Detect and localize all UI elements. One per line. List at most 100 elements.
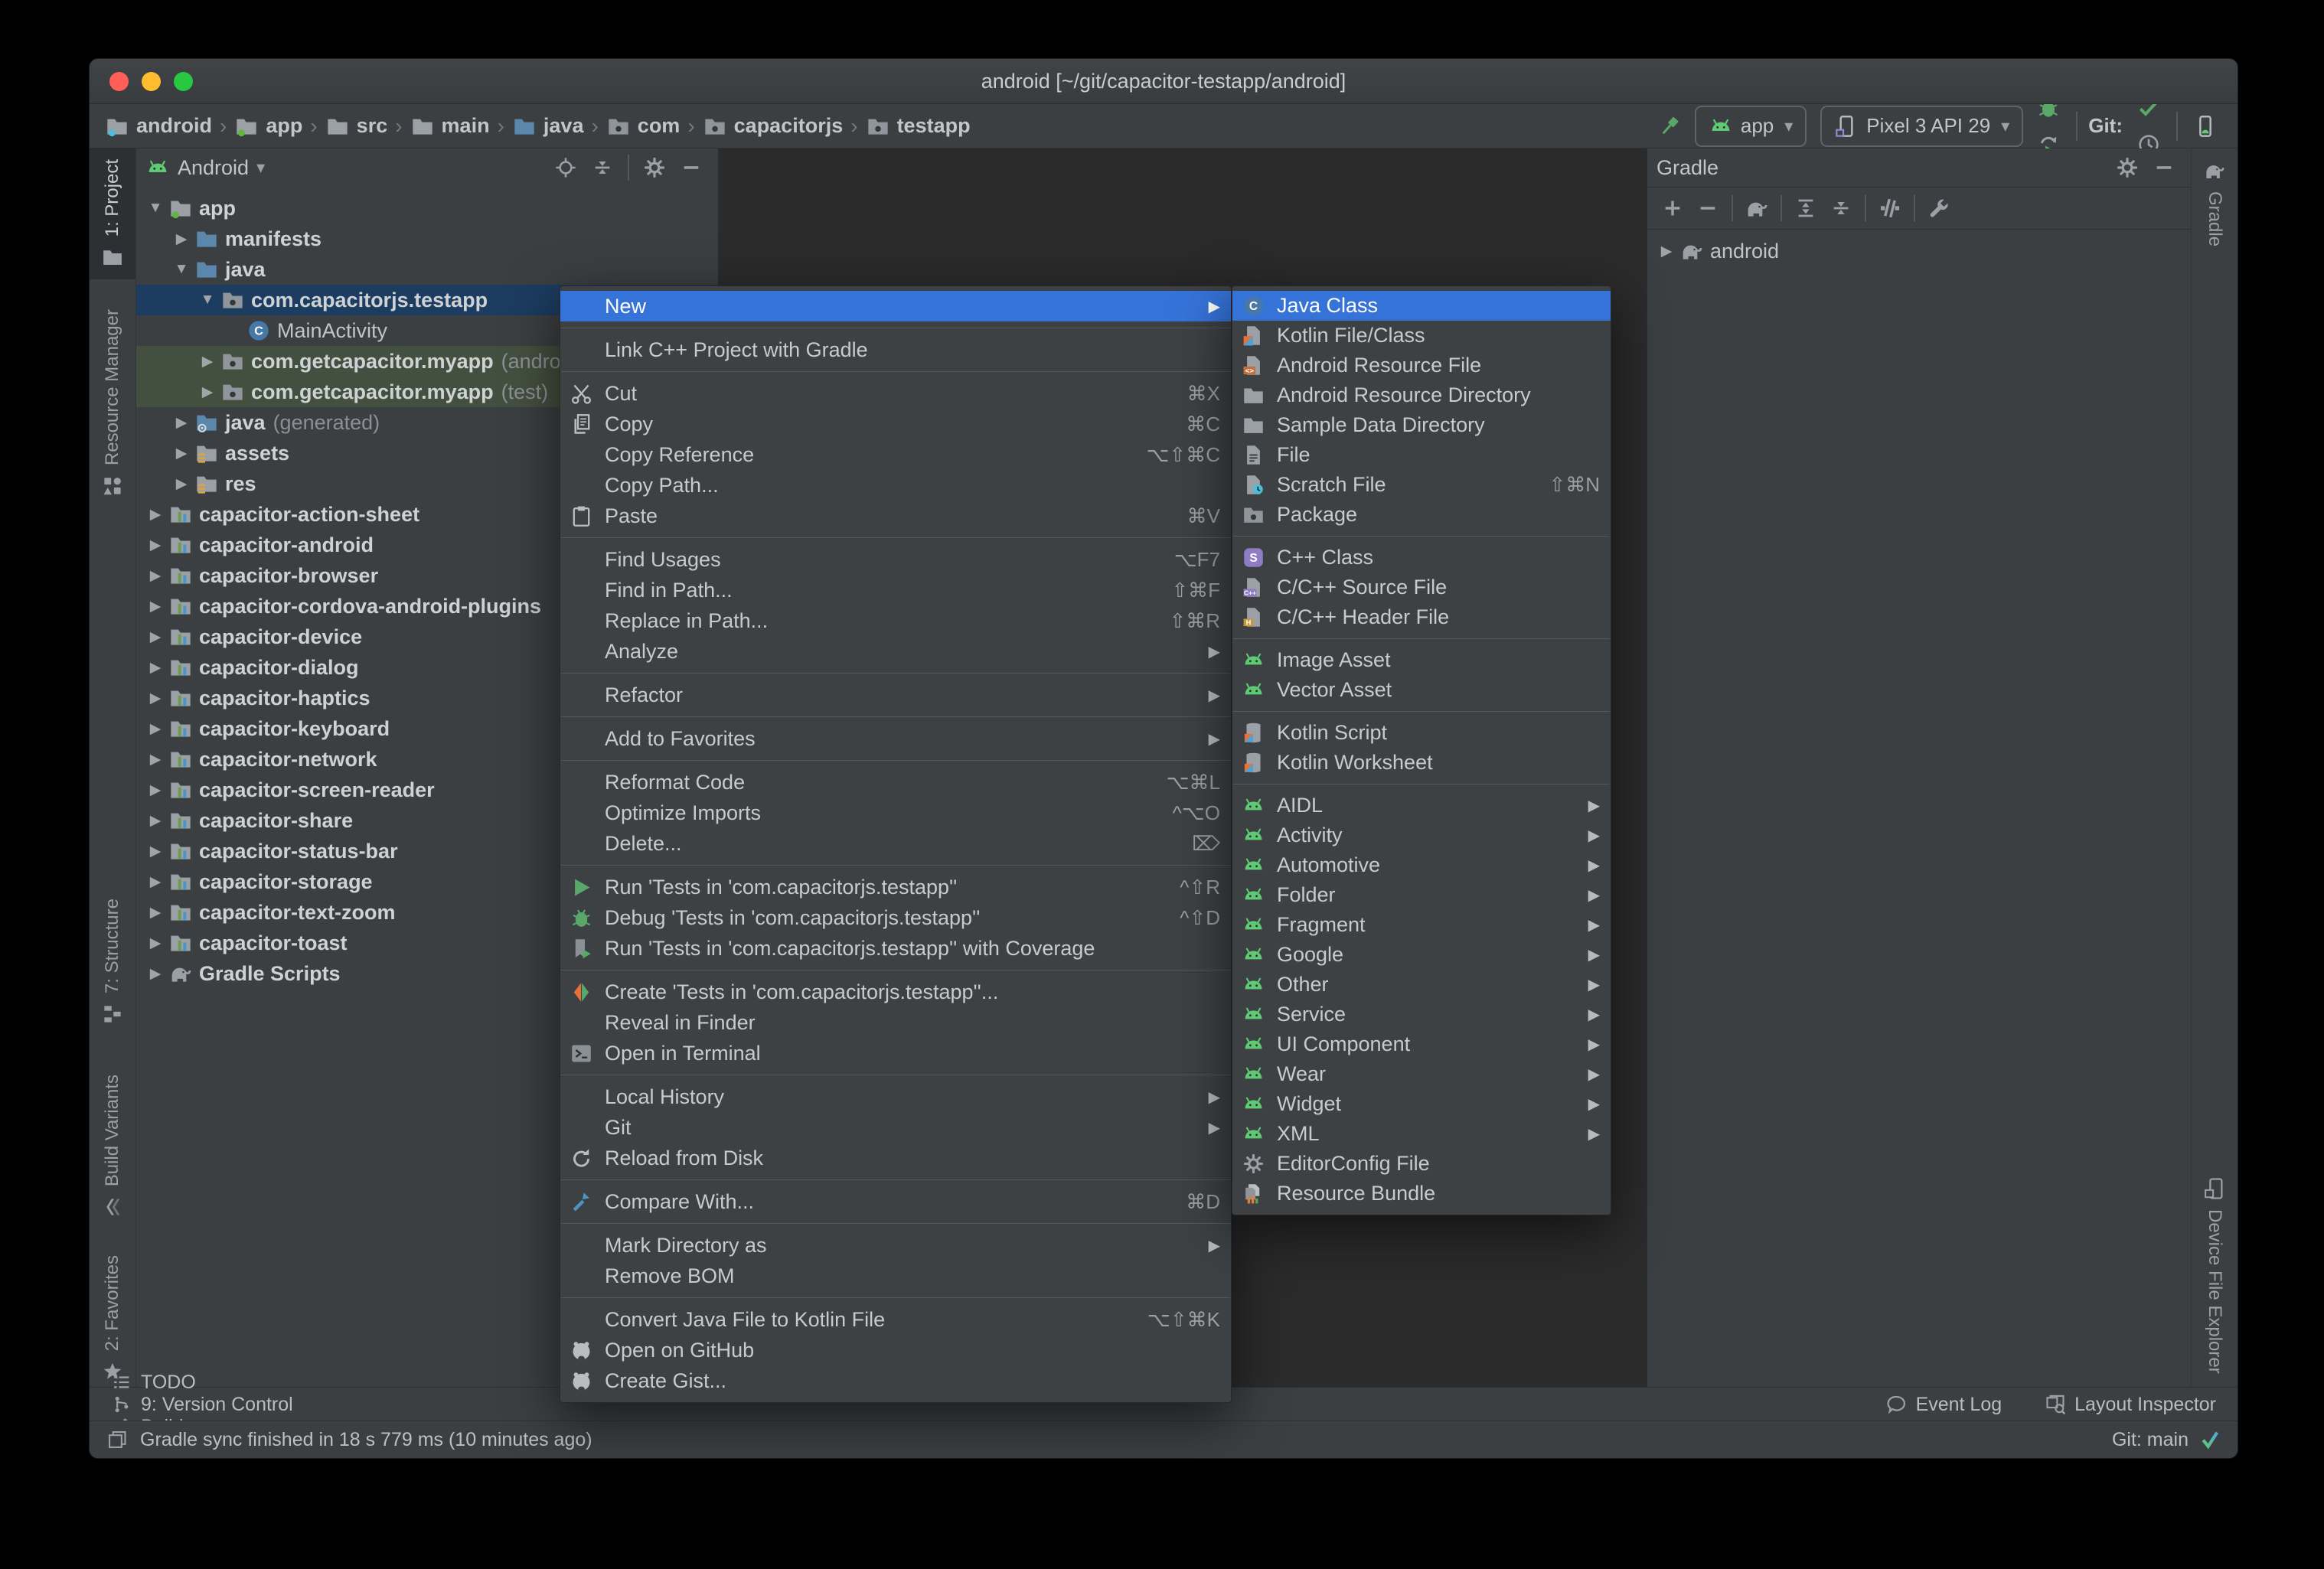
stripe-tab-build-variants[interactable]: Build Variants bbox=[90, 1064, 135, 1229]
menu-item-run-tests-in-com-capacitorjs-testapp-with-coverage[interactable]: Run 'Tests in 'com.capacitorjs.testapp''… bbox=[560, 933, 1231, 964]
menu-item-copy-path[interactable]: Copy Path... bbox=[560, 470, 1231, 501]
menu-item-resource-bundle[interactable]: Resource Bundle bbox=[1232, 1179, 1611, 1209]
menu-item-c-c-source-file[interactable]: C++ C/C++ Source File bbox=[1232, 572, 1611, 602]
tree-item-app[interactable]: ▼ app bbox=[136, 193, 718, 223]
breadcrumb-item-com[interactable]: com bbox=[605, 114, 682, 139]
tree-collapsed-arrow-icon[interactable]: ▶ bbox=[194, 353, 220, 370]
menu-item-reveal-in-finder[interactable]: Reveal in Finder bbox=[560, 1007, 1231, 1038]
build-project-button[interactable] bbox=[1651, 108, 1688, 145]
tree-collapsed-arrow-icon[interactable]: ▶ bbox=[168, 230, 194, 248]
menu-item-automotive[interactable]: Automotive ▶ bbox=[1232, 850, 1611, 880]
tree-collapsed-arrow-icon[interactable]: ▶ bbox=[142, 935, 168, 952]
tree-collapsed-arrow-icon[interactable]: ▶ bbox=[142, 904, 168, 922]
menu-item-android-resource-file[interactable]: <> Android Resource File bbox=[1232, 351, 1611, 380]
breadcrumb-item-java[interactable]: java bbox=[511, 114, 586, 139]
tree-collapsed-arrow-icon[interactable]: ▶ bbox=[142, 965, 168, 983]
menu-item-copy-reference[interactable]: Copy Reference ⌥⇧⌘C bbox=[560, 439, 1231, 470]
menu-item-refactor[interactable]: Refactor ▶ bbox=[560, 680, 1231, 710]
tree-collapsed-arrow-icon[interactable]: ▶ bbox=[142, 567, 168, 585]
menu-item-folder[interactable]: Folder ▶ bbox=[1232, 880, 1611, 910]
device-manager-button[interactable] bbox=[2187, 108, 2224, 145]
menu-item-delete[interactable]: Delete... ⌦ bbox=[560, 828, 1231, 859]
menu-item-paste[interactable]: Paste ⌘V bbox=[560, 501, 1231, 531]
menu-item-ui-component[interactable]: UI Component ▶ bbox=[1232, 1029, 1611, 1059]
stripe-tab-1-project[interactable]: 1: Project bbox=[90, 148, 135, 280]
menu-item-reload-from-disk[interactable]: Reload from Disk bbox=[560, 1143, 1231, 1173]
device-select[interactable]: Pixel 3 API 29 ▾ bbox=[1820, 105, 2024, 147]
hide-panel-button[interactable] bbox=[2146, 150, 2182, 185]
tree-collapsed-arrow-icon[interactable]: ▶ bbox=[142, 537, 168, 554]
menu-item-add-to-favorites[interactable]: Add to Favorites ▶ bbox=[560, 723, 1231, 754]
tree-collapsed-arrow-icon[interactable]: ▶ bbox=[142, 720, 168, 738]
toolwindow-button-event-log[interactable]: Event Log bbox=[1886, 1394, 2002, 1416]
menu-item-aidl[interactable]: AIDL ▶ bbox=[1232, 791, 1611, 820]
menu-item-scratch-file[interactable]: Scratch File ⇧⌘N bbox=[1232, 470, 1611, 500]
menu-item-vector-asset[interactable]: Vector Asset bbox=[1232, 675, 1611, 705]
zoom-window-button[interactable] bbox=[174, 71, 193, 91]
tree-collapsed-arrow-icon[interactable]: ▶ bbox=[142, 751, 168, 768]
detach-button[interactable] bbox=[1690, 191, 1725, 226]
tree-expanded-arrow-icon[interactable]: ▼ bbox=[168, 261, 194, 278]
menu-item-editorconfig-file[interactable]: EditorConfig File bbox=[1232, 1149, 1611, 1179]
menu-item-compare-with[interactable]: Compare With... ⌘D bbox=[560, 1186, 1231, 1217]
tree-collapsed-arrow-icon[interactable]: ▶ bbox=[142, 843, 168, 860]
stripe-tab-resource-manager[interactable]: Resource Manager bbox=[90, 298, 135, 508]
close-window-button[interactable] bbox=[109, 71, 129, 91]
tree-collapsed-arrow-icon[interactable]: ▶ bbox=[168, 475, 194, 493]
toolwindow-button-layout-inspector[interactable]: Layout Inspector bbox=[2045, 1394, 2216, 1416]
tree-collapsed-arrow-icon[interactable]: ▶ bbox=[142, 690, 168, 707]
menu-item-c-c-header-file[interactable]: H C/C++ Header File bbox=[1232, 602, 1611, 632]
menu-item-git[interactable]: Git ▶ bbox=[560, 1112, 1231, 1143]
menu-item-create-tests-in-com-capacitorjs-testapp[interactable]: Create 'Tests in 'com.capacitorjs.testap… bbox=[560, 977, 1231, 1007]
menu-item-activity[interactable]: Activity ▶ bbox=[1232, 820, 1611, 850]
menu-item-copy[interactable]: Copy ⌘C bbox=[560, 409, 1231, 439]
settings-button[interactable] bbox=[2110, 150, 2145, 185]
menu-item-cut[interactable]: Cut ⌘X bbox=[560, 378, 1231, 409]
run-configuration-select[interactable]: app ▾ bbox=[1694, 105, 1807, 147]
menu-item-wear[interactable]: Wear ▶ bbox=[1232, 1059, 1611, 1089]
menu-item-open-on-github[interactable]: Open on GitHub bbox=[560, 1335, 1231, 1365]
menu-item-google[interactable]: Google ▶ bbox=[1232, 940, 1611, 970]
menu-item-kotlin-script[interactable]: Kotlin Script bbox=[1232, 718, 1611, 748]
sync-button[interactable] bbox=[1739, 191, 1774, 226]
menu-item-debug-tests-in-com-capacitorjs-testapp[interactable]: Debug 'Tests in 'com.capacitorjs.testapp… bbox=[560, 902, 1231, 933]
breadcrumb-item-android[interactable]: android bbox=[103, 114, 214, 139]
menu-item-convert-java-file-to-kotlin-file[interactable]: Convert Java File to Kotlin File ⌥⇧⌘K bbox=[560, 1304, 1231, 1335]
menu-item-find-in-path[interactable]: Find in Path... ⇧⌘F bbox=[560, 575, 1231, 605]
menu-item-android-resource-directory[interactable]: Android Resource Directory bbox=[1232, 380, 1611, 410]
menu-item-local-history[interactable]: Local History ▶ bbox=[560, 1081, 1231, 1112]
locate-button[interactable] bbox=[548, 150, 583, 185]
menu-item-service[interactable]: Service ▶ bbox=[1232, 1000, 1611, 1029]
menu-item-analyze[interactable]: Analyze ▶ bbox=[560, 636, 1231, 667]
git-branch-widget[interactable]: Git: main bbox=[2112, 1429, 2189, 1451]
tree-item-manifests[interactable]: ▶ manifests bbox=[136, 223, 718, 254]
menu-item-kotlin-file-class[interactable]: Kotlin File/Class bbox=[1232, 321, 1611, 351]
menu-item-run-tests-in-com-capacitorjs-testapp[interactable]: Run 'Tests in 'com.capacitorjs.testapp''… bbox=[560, 872, 1231, 902]
tree-collapsed-arrow-icon[interactable]: ▶ bbox=[1653, 243, 1679, 260]
menu-item-file[interactable]: File bbox=[1232, 440, 1611, 470]
menu-item-replace-in-path[interactable]: Replace in Path... ⇧⌘R bbox=[560, 605, 1231, 636]
tree-expanded-arrow-icon[interactable]: ▼ bbox=[142, 200, 168, 217]
tree-item-android[interactable]: ▶ android bbox=[1647, 236, 2191, 266]
tree-collapsed-arrow-icon[interactable]: ▶ bbox=[142, 659, 168, 677]
tree-collapsed-arrow-icon[interactable]: ▶ bbox=[142, 506, 168, 524]
refresh-add-button[interactable] bbox=[1655, 191, 1690, 226]
breadcrumb-item-src[interactable]: src bbox=[324, 114, 390, 139]
gradle-settings-button[interactable] bbox=[1921, 191, 1957, 226]
breadcrumb-item-app[interactable]: app bbox=[233, 114, 304, 139]
settings-button[interactable] bbox=[637, 150, 672, 185]
tree-collapsed-arrow-icon[interactable]: ▶ bbox=[168, 414, 194, 432]
collapse-all-button[interactable] bbox=[585, 150, 620, 185]
tree-collapsed-arrow-icon[interactable]: ▶ bbox=[194, 383, 220, 401]
expand-all-button[interactable] bbox=[1788, 191, 1823, 226]
toolwindow-button-9-version-control[interactable]: 9: Version Control bbox=[111, 1394, 293, 1416]
menu-item-remove-bom[interactable]: Remove BOM bbox=[560, 1261, 1231, 1291]
tree-item-java[interactable]: ▼ java bbox=[136, 254, 718, 285]
menu-item-other[interactable]: Other ▶ bbox=[1232, 970, 1611, 1000]
hide-panel-button[interactable] bbox=[674, 150, 709, 185]
tree-expanded-arrow-icon[interactable]: ▼ bbox=[194, 292, 220, 308]
toolwindow-button-todo[interactable]: TODO bbox=[111, 1372, 196, 1394]
tree-collapsed-arrow-icon[interactable]: ▶ bbox=[142, 812, 168, 830]
offline-mode-button[interactable] bbox=[1872, 191, 1908, 226]
tree-collapsed-arrow-icon[interactable]: ▶ bbox=[142, 598, 168, 615]
